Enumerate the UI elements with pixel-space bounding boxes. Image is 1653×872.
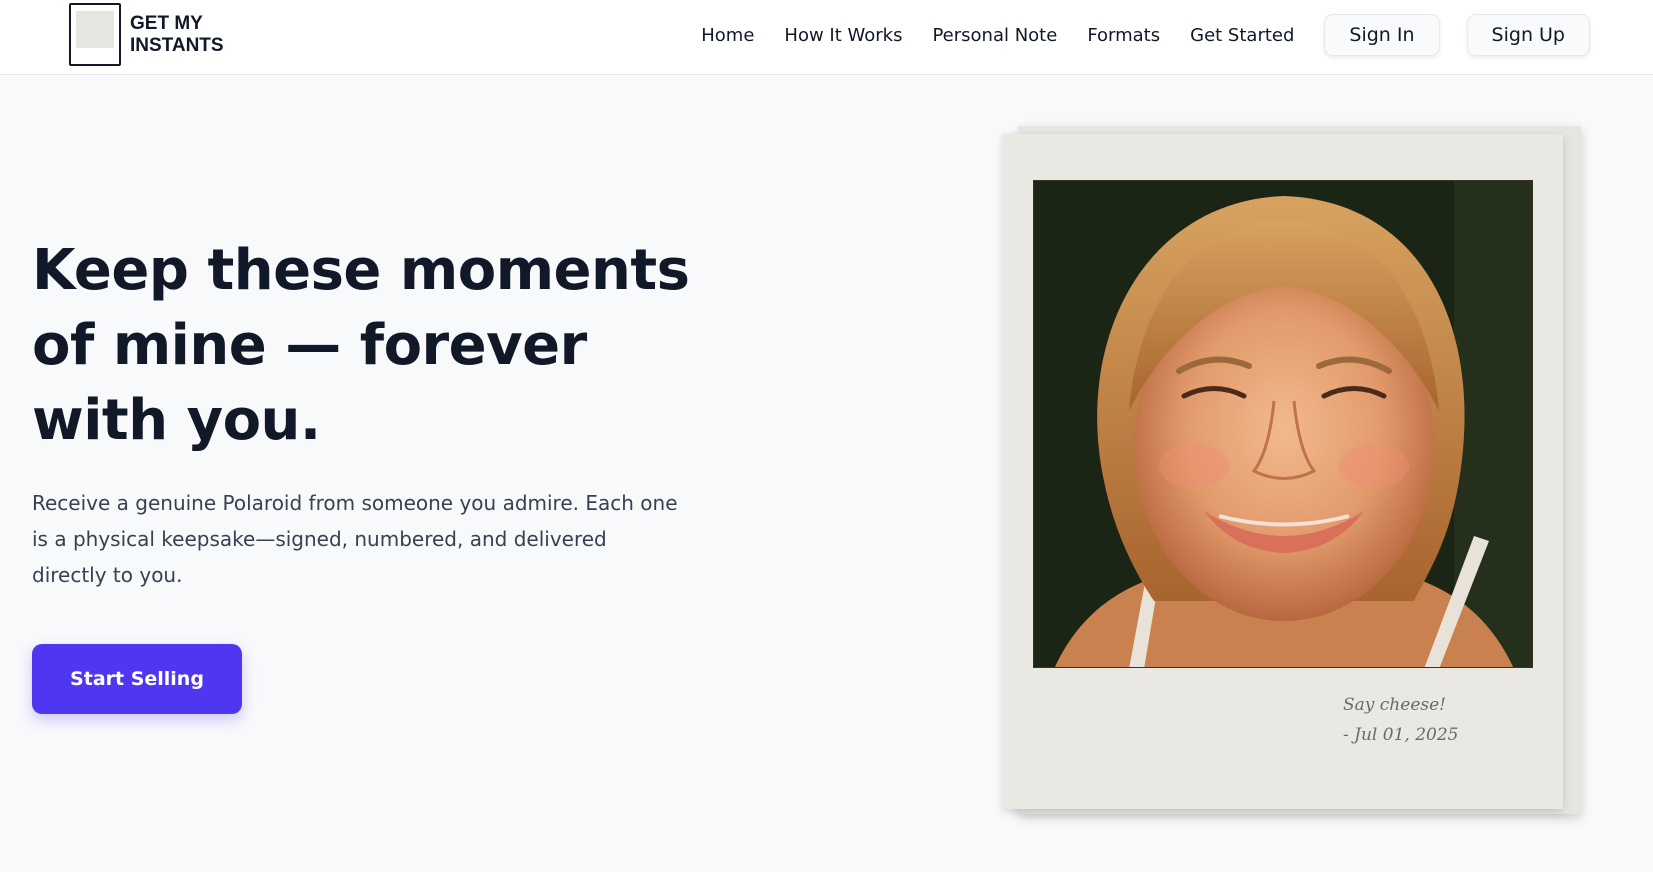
hero-subtitle-line1: Receive a genuine Polaroid from someone … bbox=[32, 491, 678, 515]
sign-up-button[interactable]: Sign Up bbox=[1466, 14, 1590, 56]
polaroid-caption: Say cheese! - Jul 01, 2025 bbox=[1343, 690, 1543, 750]
nav-link-home[interactable]: Home bbox=[701, 25, 754, 46]
polaroid-card: Say cheese! - Jul 01, 2025 bbox=[1003, 134, 1563, 809]
nav-link-formats[interactable]: Formats bbox=[1087, 25, 1160, 46]
polaroid-photo bbox=[1033, 180, 1533, 668]
hero-subtitle-line2: is a physical keepsake—signed, numbered,… bbox=[32, 527, 607, 551]
hero-title-line3: with you. bbox=[32, 388, 321, 453]
hero-title-line2: of mine — forever bbox=[32, 313, 587, 378]
brand-name: GET MY INSTANTS bbox=[130, 13, 240, 57]
brand-name-line1: GET MY bbox=[130, 12, 203, 34]
polaroid-caption-line2: - Jul 01, 2025 bbox=[1343, 725, 1459, 745]
nav-link-personal-note[interactable]: Personal Note bbox=[932, 25, 1057, 46]
hero-title: Keep these moments of mine — forever wit… bbox=[32, 233, 712, 458]
brand-name-line2: INSTANTS bbox=[130, 34, 224, 56]
brand-logo[interactable]: GET MY INSTANTS bbox=[69, 3, 240, 66]
polaroid-caption-line1: Say cheese! bbox=[1343, 695, 1446, 715]
sign-in-button[interactable]: Sign In bbox=[1324, 14, 1440, 56]
hero-subtitle-line3: directly to you. bbox=[32, 563, 183, 587]
start-selling-button[interactable]: Start Selling bbox=[32, 644, 242, 714]
smiling-woman-photo-illustration bbox=[1034, 181, 1532, 667]
main-nav: Home How It Works Personal Note Formats … bbox=[671, 12, 1590, 58]
nav-link-how-it-works[interactable]: How It Works bbox=[784, 25, 902, 46]
site-header: GET MY INSTANTS Home How It Works Person… bbox=[0, 0, 1653, 75]
hero-title-line1: Keep these moments bbox=[32, 238, 690, 303]
hero-subtitle: Receive a genuine Polaroid from someone … bbox=[32, 485, 682, 593]
nav-link-get-started[interactable]: Get Started bbox=[1190, 25, 1294, 46]
polaroid-logo-icon bbox=[69, 3, 121, 66]
